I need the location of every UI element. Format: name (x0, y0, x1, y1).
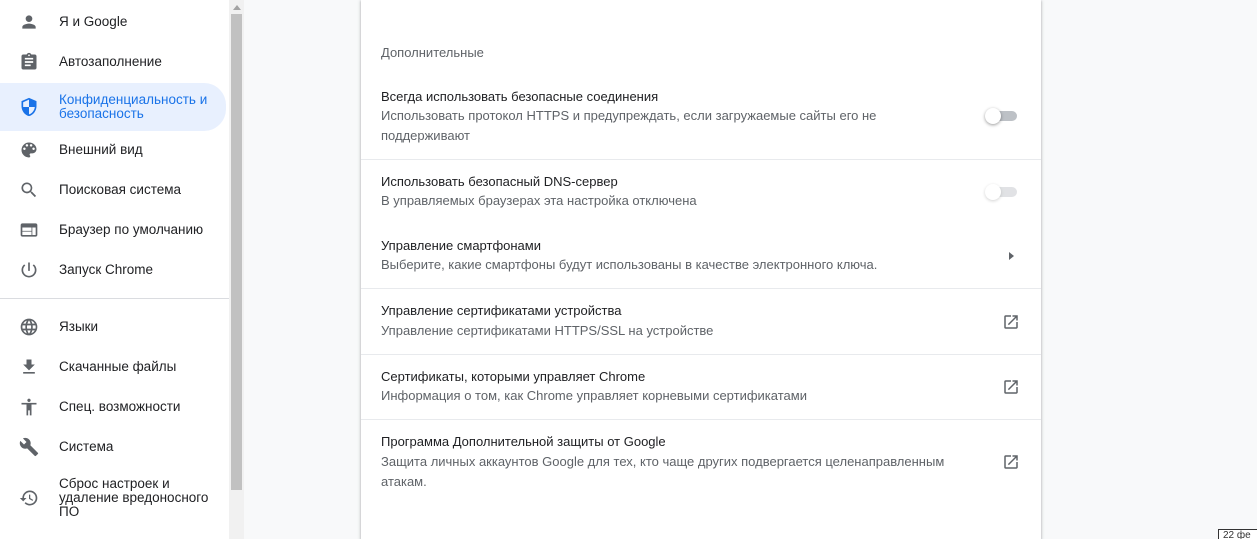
sidebar-item-label: Скачанные файлы (59, 359, 177, 374)
sidebar-item-downloads[interactable]: Скачанные файлы (0, 355, 226, 379)
setting-title: Программа Дополнительной защиты от Googl… (381, 434, 666, 449)
sidebar-item-you-and-google[interactable]: Я и Google (0, 10, 226, 34)
sidebar-item-default-browser[interactable]: Браузер по умолчанию (0, 218, 226, 242)
setting-row-advanced-protection[interactable]: Программа Дополнительной защиты от Googl… (361, 420, 1041, 504)
setting-subtitle: Защита личных аккаунтов Google для тех, … (381, 454, 945, 489)
search-icon (19, 180, 39, 200)
section-title: Дополнительные (381, 45, 484, 60)
settings-card: Дополнительные Всегда использовать безоп… (361, 0, 1041, 539)
setting-subtitle: Выберите, какие смартфоны будут использо… (381, 257, 878, 272)
sidebar-item-label: Внешний вид (59, 142, 143, 157)
restore-icon (19, 488, 39, 508)
setting-title: Сертификаты, которыми управляет Chrome (381, 369, 646, 384)
sidebar: Я и Google Автозаполнение Конфиденциальн… (0, 0, 229, 539)
scrollbar-thumb[interactable] (231, 14, 242, 490)
taskbar-date-fragment: 22 фе (1218, 529, 1257, 539)
sidebar-item-reset-cleanup[interactable]: Сброс настроек и удаление вредоносного П… (0, 476, 226, 520)
browser-icon (19, 220, 39, 240)
sidebar-item-appearance[interactable]: Внешний вид (0, 138, 226, 162)
palette-icon (19, 140, 39, 160)
sidebar-item-privacy-security[interactable]: Конфиденциальность и безопасность (0, 83, 226, 131)
chevron-right-icon[interactable] (1006, 251, 1016, 261)
setting-row-https[interactable]: Всегда использовать безопасные соединени… (361, 76, 1041, 159)
https-toggle[interactable] (985, 108, 1017, 124)
wrench-icon (19, 437, 39, 457)
external-link-icon[interactable] (1002, 378, 1020, 396)
sidebar-item-accessibility[interactable]: Спец. возможности (0, 395, 226, 419)
setting-title: Использовать безопасный DNS-сервер (381, 174, 618, 189)
sidebar-item-label: Система (59, 439, 114, 454)
setting-row-chrome-certificates[interactable]: Сертификаты, которыми управляет Chrome И… (361, 355, 1041, 419)
sidebar-item-autofill[interactable]: Автозаполнение (0, 50, 226, 74)
sidebar-item-label: Запуск Chrome (59, 262, 153, 277)
sidebar-scrollbar[interactable] (229, 0, 244, 539)
clipboard-icon (19, 52, 39, 72)
power-icon (19, 260, 39, 280)
setting-title: Всегда использовать безопасные соединени… (381, 89, 659, 104)
globe-icon (19, 317, 39, 337)
setting-subtitle: Информация о том, как Chrome управляет к… (381, 388, 807, 403)
external-link-icon[interactable] (1002, 313, 1020, 331)
sidebar-item-label: Я и Google (59, 14, 128, 29)
setting-row-secure-dns[interactable]: Использовать безопасный DNS-сервер В упр… (361, 160, 1041, 224)
setting-subtitle: Управление сертификатами HTTPS/SSL на ус… (381, 323, 714, 338)
shield-icon (19, 97, 39, 117)
sidebar-item-languages[interactable]: Языки (0, 315, 226, 339)
scroll-up-arrow-icon[interactable] (229, 0, 244, 14)
sidebar-item-search-engine[interactable]: Поисковая система (0, 178, 226, 202)
external-link-icon[interactable] (1002, 453, 1020, 471)
setting-title: Управление сертификатами устройства (381, 303, 622, 318)
sidebar-item-system[interactable]: Система (0, 435, 226, 459)
sidebar-item-label: Автозаполнение (59, 54, 162, 69)
sidebar-item-on-startup[interactable]: Запуск Chrome (0, 258, 226, 282)
download-icon (19, 357, 39, 377)
setting-title: Управление смартфонами (381, 238, 541, 253)
sidebar-item-label: Браузер по умолчанию (59, 222, 204, 237)
toggle-knob (985, 108, 1001, 124)
toggle-knob (985, 184, 1001, 200)
person-icon (19, 12, 39, 32)
sidebar-item-label: Поисковая система (59, 182, 182, 197)
setting-subtitle: Использовать протокол HTTPS и предупрежд… (381, 108, 877, 143)
setting-row-manage-phones[interactable]: Управление смартфонами Выберите, какие с… (361, 224, 1041, 288)
sidebar-item-label: Сброс настроек и удаление вредоносного П… (59, 476, 209, 519)
sidebar-item-label: Языки (59, 319, 99, 334)
setting-row-device-certificates[interactable]: Управление сертификатами устройства Упра… (361, 289, 1041, 354)
accessibility-icon (19, 397, 39, 417)
secure-dns-toggle[interactable] (985, 184, 1017, 200)
sidebar-item-label: Спец. возможности (59, 399, 181, 414)
sidebar-divider (0, 298, 229, 299)
setting-subtitle: В управляемых браузерах эта настройка от… (381, 193, 697, 208)
sidebar-item-label: Конфиденциальность и безопасность (59, 92, 208, 121)
